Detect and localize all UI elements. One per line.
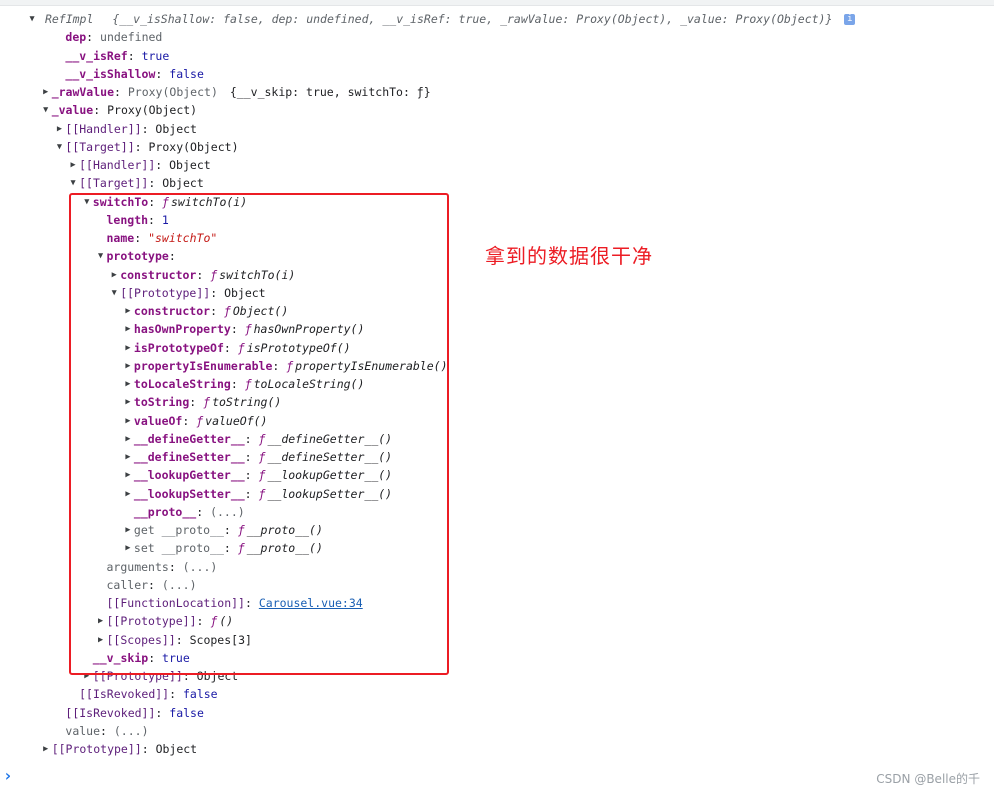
key-separator: : [86,30,101,45]
collapse-triangle-icon[interactable]: ▼ [67,174,79,192]
property-value: Object [169,158,211,172]
highlight-box [69,193,449,675]
info-icon[interactable]: i [844,14,856,25]
key-separator: : [141,121,156,136]
collapse-triangle-icon[interactable]: ▼ [26,10,38,28]
key-separator: : [127,48,142,63]
tree-row[interactable]: ▼ [[Target]]: Object [67,174,204,192]
property-value: Proxy(Object) [127,85,218,99]
tree-row[interactable]: ▶ _rawValue: Proxy(Object) {__v_skip: true… [40,83,431,101]
tree-row[interactable]: ▼ [[Target]]: Proxy(Object) [53,138,239,156]
tree-row: __v_isShallow: false [53,65,204,83]
property-value: Object [155,121,197,136]
property-key: [[Prototype]] [51,742,142,756]
property-key: [[Handler]] [79,158,156,172]
property-key: __v_isRef [65,48,128,63]
expand-triangle-icon[interactable]: ▶ [67,156,79,174]
property-key: __v_isShallow [65,66,156,81]
expand-triangle-icon[interactable]: ▶ [40,83,52,101]
property-key: [[Target]] [79,176,149,191]
key-separator: : [141,742,156,756]
tree-row: dep: undefined [53,28,162,46]
tree-row: [[IsRevoked]]: false [53,704,204,722]
property-key: [[Target]] [65,139,135,154]
console-prompt-icon[interactable]: › [3,766,13,785]
tree-row[interactable]: ▶ [[Prototype]]: Object [40,740,197,758]
tree-row[interactable]: ▶ [[Handler]]: Object [53,120,197,138]
property-value: Proxy(Object) [148,139,239,154]
property-value: Object [162,176,204,191]
expand-triangle-icon[interactable]: ▶ [40,740,52,758]
key-separator: : [134,139,149,154]
property-key: value [65,723,101,738]
root-class-name: RefImpl [44,12,94,26]
key-separator: : [155,66,170,81]
property-value: Proxy(Object) [107,103,198,118]
key-separator: : [155,705,170,720]
key-separator: : [93,103,108,118]
property-key: [[IsRevoked]] [79,687,170,702]
tree-root-row[interactable]: ▼ RefImpl {__v_isShallow: false, dep: un… [26,10,856,28]
property-key: dep [65,30,87,45]
key-separator: : [155,158,170,172]
tree-row: [[IsRevoked]]: false [67,685,218,703]
key-separator: : [100,723,114,738]
expand-triangle-icon[interactable]: ▶ [53,120,65,138]
collapse-triangle-icon[interactable]: ▼ [53,138,65,156]
property-value: undefined [100,30,163,45]
key-separator: : [169,687,183,702]
property-value: true [141,48,170,63]
console-top-bar [0,0,994,6]
property-key: [[IsRevoked]] [65,705,156,720]
property-key: _value [51,103,94,118]
key-separator: : [114,85,128,99]
property-value: false [182,687,218,702]
value-preview: {__v_skip: true, switchTo: ƒ} [229,85,431,99]
tree-row: __v_isRef: true [53,47,169,65]
watermark-text: CSDN @Belle的千 [876,772,980,786]
property-value: false [169,66,204,81]
property-value: Object [155,742,198,756]
collapse-triangle-icon[interactable]: ▼ [40,101,52,119]
root-preview: {__v_isShallow: false, dep: undefined, _… [112,12,833,26]
tree-row[interactable]: ▶ [[Handler]]: Object [67,156,211,174]
tree-row: value: (...) [53,722,148,740]
key-separator: : [148,176,163,191]
tree-row[interactable]: ▼ _value: Proxy(Object) [40,101,197,119]
property-value: false [169,705,204,720]
property-key: _rawValue [51,85,114,99]
property-value[interactable]: (...) [114,724,149,738]
property-key: [[Handler]] [65,121,142,136]
annotation-text: 拿到的数据很干净 [485,244,653,268]
